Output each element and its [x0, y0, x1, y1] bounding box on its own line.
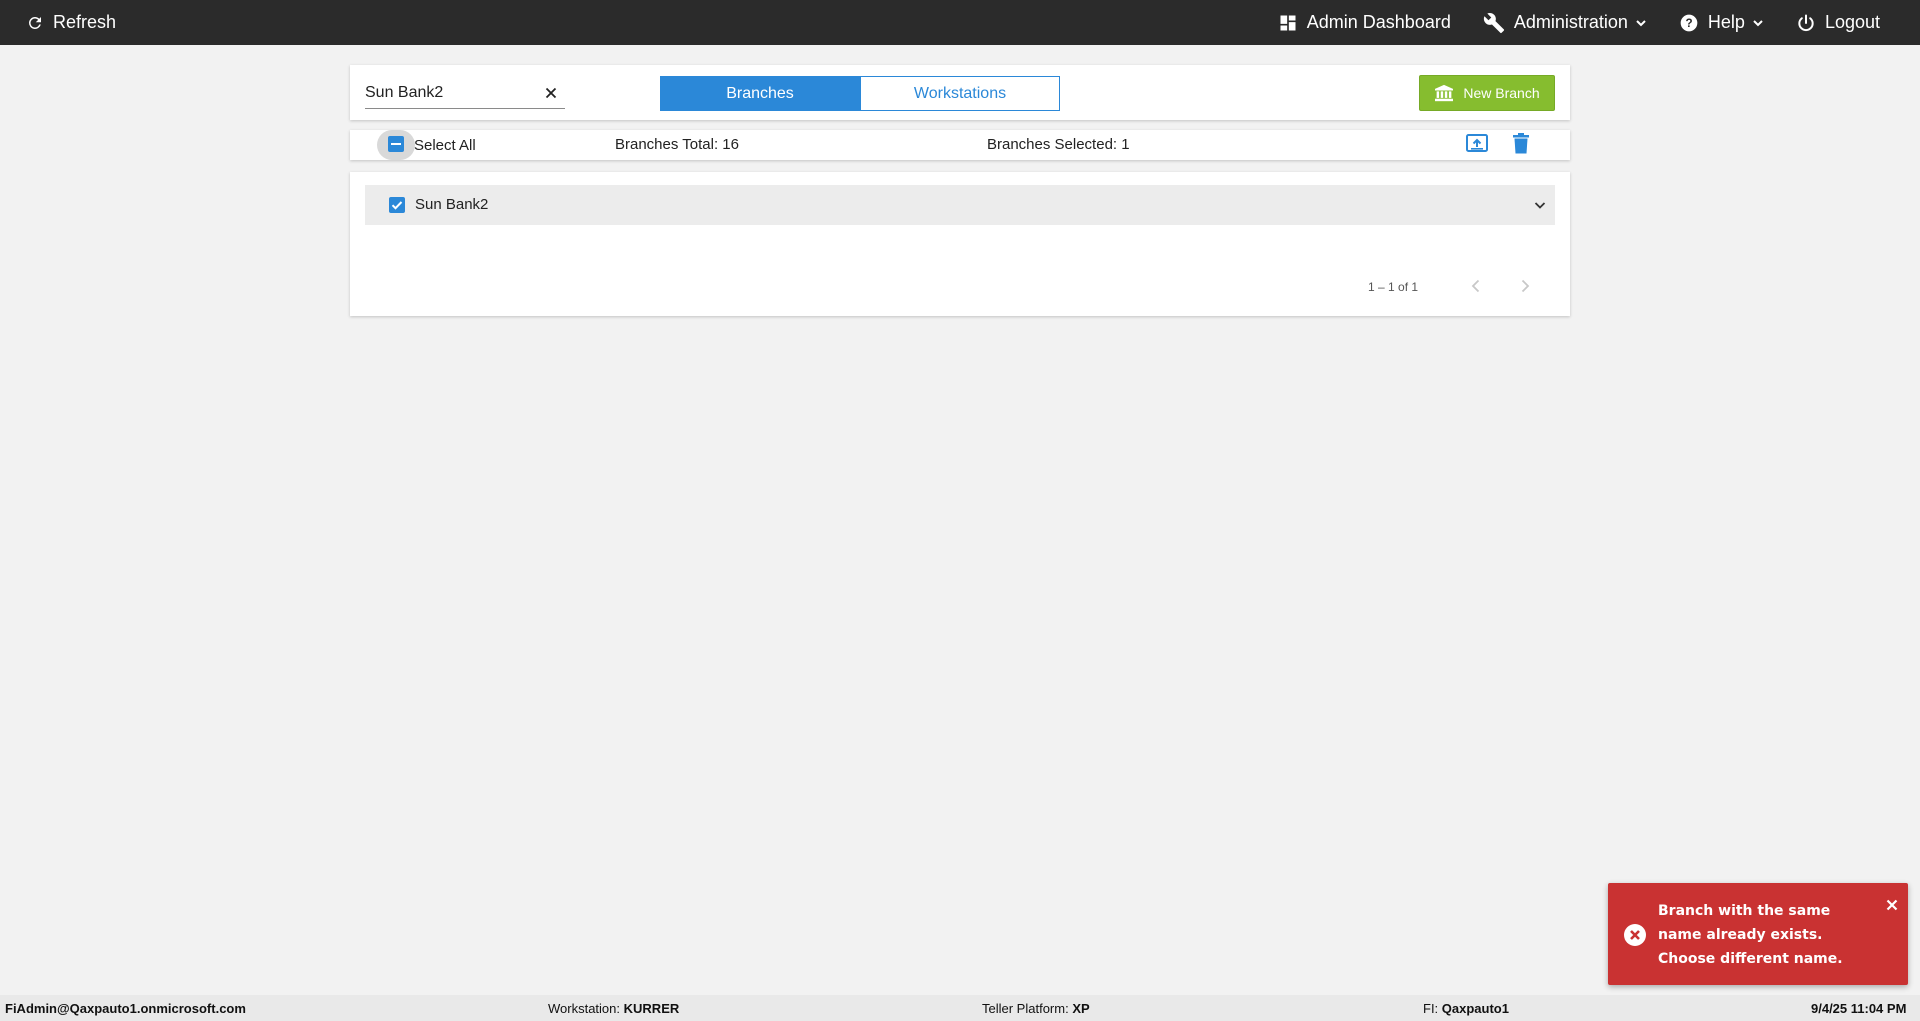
tab-workstations[interactable]: Workstations — [860, 76, 1060, 111]
administration-menu[interactable]: Administration — [1483, 12, 1647, 34]
fi-label: FI: — [1423, 1001, 1439, 1016]
refresh-icon — [29, 16, 41, 29]
clear-search-icon[interactable] — [543, 85, 559, 101]
bank-icon — [1435, 84, 1454, 102]
chevron-down-icon[interactable] — [1533, 198, 1547, 212]
chevron-left-icon[interactable] — [1469, 278, 1483, 294]
export-icon[interactable] — [1466, 134, 1488, 154]
branches-total: Branches Total: 16 — [615, 136, 739, 153]
toast-message: Branch with the same name already exists… — [1658, 903, 1843, 967]
close-icon[interactable] — [1886, 899, 1898, 911]
search-input[interactable] — [365, 79, 535, 107]
branches-selected: Branches Selected: 1 — [987, 136, 1130, 153]
row-checkbox[interactable] — [389, 197, 405, 213]
new-branch-label: New Branch — [1463, 85, 1540, 101]
status-footer: FiAdmin@Qaxpauto1.onmicrosoft.com Workst… — [0, 995, 1920, 1021]
checkmark-icon — [391, 201, 403, 210]
wrench-icon — [1483, 12, 1504, 33]
workstation-value: KURRER — [623, 1001, 680, 1016]
refresh-label: Refresh — [53, 12, 117, 32]
admin-dashboard-link[interactable]: Admin Dashboard — [1278, 12, 1451, 33]
administration-label: Administration — [1513, 12, 1628, 32]
select-all-checkbox[interactable] — [388, 136, 404, 152]
trash-icon[interactable] — [1513, 133, 1529, 154]
search-field — [365, 79, 565, 109]
chevron-down-icon — [1636, 19, 1646, 26]
pagination-range: 1 – 1 of 1 — [1368, 280, 1419, 294]
dashboard-icon — [1280, 15, 1296, 30]
teller-platform-label: Teller Platform: — [982, 1001, 1069, 1016]
search-tabs-card: Branches Workstations New Branch — [350, 65, 1570, 120]
teller-platform-value: XP — [1072, 1001, 1090, 1016]
chevron-right-icon[interactable] — [1518, 278, 1532, 294]
svg-text:?: ? — [1685, 17, 1692, 30]
refresh-button[interactable]: Refresh — [26, 12, 116, 33]
branch-name: Sun Bank2 — [415, 196, 489, 213]
error-toast: Branch with the same name already exists… — [1608, 883, 1908, 985]
selection-toolbar: Select All Branches Total: 16 Branches S… — [350, 130, 1570, 160]
fi-value: Qaxpauto1 — [1441, 1001, 1509, 1016]
select-all-label: Select All — [414, 137, 476, 154]
logout-button[interactable]: Logout — [1796, 12, 1880, 33]
new-branch-button[interactable]: New Branch — [1419, 75, 1555, 111]
chevron-down-icon — [1753, 19, 1763, 26]
tab-branches[interactable]: Branches — [660, 76, 860, 111]
help-icon: ? — [1680, 14, 1698, 31]
list-item[interactable]: Sun Bank2 — [365, 185, 1555, 225]
error-icon — [1624, 924, 1646, 946]
admin-dashboard-label: Admin Dashboard — [1306, 12, 1451, 32]
logout-label: Logout — [1824, 12, 1880, 32]
help-menu[interactable]: ? Help — [1679, 12, 1764, 33]
workstation-label: Workstation: — [548, 1001, 621, 1016]
power-icon — [1798, 14, 1814, 31]
top-nav-bar: Refresh Admin Dashboard Administration ?… — [0, 0, 1920, 45]
footer-datetime: 9/4/25 11:04 PM — [1811, 1001, 1907, 1016]
view-tabs: Branches Workstations — [660, 76, 1060, 111]
branch-list-card: Sun Bank2 1 – 1 of 1 — [350, 172, 1570, 316]
footer-user: FiAdmin@Qaxpauto1.onmicrosoft.com — [5, 1001, 246, 1016]
help-label: Help — [1707, 12, 1745, 32]
